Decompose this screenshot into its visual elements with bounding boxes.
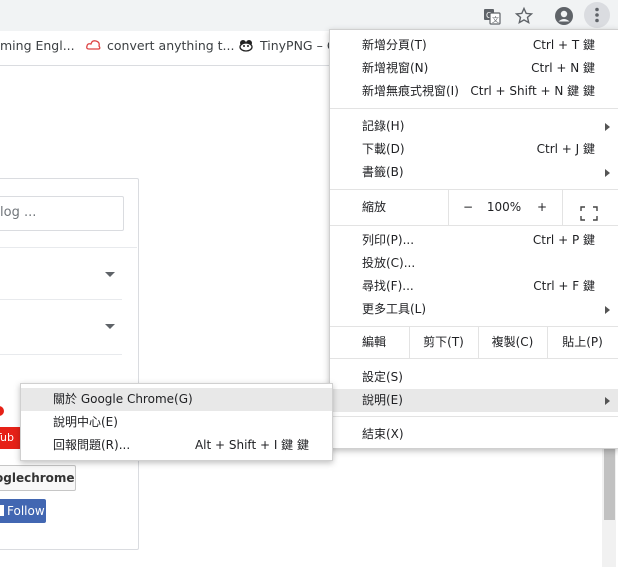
menu-item-downloads[interactable]: 下載(D) Ctrl + J 鍵 (330, 138, 618, 161)
bookmark-item[interactable]: ming Engl... (0, 38, 75, 53)
menu-label: 新增分頁(T) (362, 38, 427, 52)
zoom-in-label: + (536, 200, 548, 214)
chevron-right-icon (605, 169, 610, 177)
search-placeholder: log ... (0, 205, 37, 220)
menu-label: 記錄(H) (362, 119, 405, 133)
menu-item-new-tab[interactable]: 新增分頁(T) Ctrl + T 鍵 (330, 34, 618, 57)
bookmark-label: ming Engl... (0, 38, 75, 53)
menu-label: 下載(D) (362, 142, 405, 156)
copy-button[interactable]: 複製(C) (478, 327, 547, 358)
menu-divider (330, 416, 618, 417)
youtube-label: nTub (0, 431, 14, 444)
menu-label: 投放(C)... (362, 256, 416, 270)
bookmark-item[interactable]: convert anything t... (86, 38, 234, 54)
menu-label: 回報問題(R)... (53, 438, 131, 452)
menu-shortcut: Ctrl + N 鍵 (531, 61, 595, 75)
edit-label: 編輯 (362, 335, 387, 349)
menu-label: 新增無痕式視窗(I) (362, 84, 459, 98)
browser-toolbar: G 文 (0, 0, 618, 31)
menu-item-about-chrome[interactable]: 關於 Google Chrome(G) (21, 388, 332, 411)
menu-label: 新增視窗(N) (362, 61, 429, 75)
menu-divider (330, 358, 618, 359)
menu-label: 書籤(B) (362, 165, 404, 179)
youtube-subscribe-badge[interactable]: nTub (0, 427, 20, 449)
divider (0, 354, 122, 355)
follow-button[interactable]: Follow (0, 499, 46, 523)
chevron-right-icon (605, 397, 610, 405)
label-dropdown[interactable] (0, 310, 122, 342)
chrome-main-menu: 新增分頁(T) Ctrl + T 鍵 新增視窗(N) Ctrl + N 鍵 新增… (329, 29, 618, 449)
menu-item-settings[interactable]: 設定(S) (330, 366, 618, 389)
zoom-in-button[interactable]: + (522, 190, 562, 225)
more-menu-button[interactable] (584, 2, 610, 28)
menu-shortcut: Ctrl + J 鍵 (536, 142, 595, 156)
menu-shortcut: Ctrl + T 鍵 (532, 38, 595, 52)
menu-divider (330, 225, 618, 226)
menu-label: 列印(P)... (362, 233, 415, 247)
menu-label: 更多工具(L) (362, 302, 427, 316)
menu-label: 結束(X) (362, 427, 404, 441)
menu-item-bookmarks[interactable]: 書籤(B) (330, 161, 618, 184)
profile-icon[interactable] (554, 6, 574, 26)
paste-button[interactable]: 貼上(P) (547, 327, 618, 358)
chevron-down-icon (105, 324, 115, 329)
menu-divider (562, 190, 563, 225)
menu-shortcut: Alt + Shift + I 鍵 鍵 (194, 438, 309, 452)
menu-item-cast[interactable]: 投放(C)... (330, 252, 618, 275)
chevron-right-icon (605, 123, 610, 131)
archive-dropdown[interactable] (0, 258, 122, 290)
menu-item-help[interactable]: 說明(E) (330, 389, 618, 412)
scrollbar-thumb[interactable] (604, 448, 615, 520)
menu-shortcut: Ctrl + F 鍵 (533, 279, 595, 293)
chevron-right-icon (605, 306, 610, 314)
menu-shortcut: Ctrl + Shift + N 鍵 鍵 (470, 84, 595, 98)
svg-text:文: 文 (492, 15, 499, 24)
zoom-label: 縮放 (362, 200, 387, 214)
help-submenu: 關於 Google Chrome(G) 說明中心(E) 回報問題(R)... A… (20, 383, 333, 461)
bookmark-label: TinyPNG – C (260, 38, 336, 53)
cut-label: 剪下(T) (423, 335, 464, 349)
menu-item-more-tools[interactable]: 更多工具(L) (330, 298, 618, 321)
facebook-icon (0, 505, 4, 516)
menu-row-edit: 編輯 剪下(T) 複製(C) 貼上(P) (330, 327, 618, 358)
translate-icon[interactable]: G 文 (482, 6, 502, 26)
zoom-level: 100% (486, 200, 522, 214)
menu-label: 設定(S) (362, 370, 403, 384)
menu-item-help-center[interactable]: 說明中心(E) (21, 411, 332, 434)
more-icon (595, 7, 599, 23)
menu-row-zoom: 縮放 − 100% + (330, 190, 618, 225)
star-icon[interactable] (514, 6, 534, 26)
cloudconvert-icon (86, 39, 101, 54)
googlechrome-button[interactable]: oglechrome (0, 465, 76, 491)
menu-item-report-issue[interactable]: 回報問題(R)... Alt + Shift + I 鍵 鍵 (21, 434, 332, 457)
menu-label: 尋找(F)... (362, 279, 414, 293)
zoom-out-label: − (462, 200, 474, 214)
sidebar-panel (0, 178, 139, 550)
googlechrome-label: oglechrome (0, 471, 75, 485)
paste-label: 貼上(P) (562, 335, 603, 349)
menu-item-exit[interactable]: 結束(X) (330, 423, 618, 446)
menu-item-history[interactable]: 記錄(H) (330, 115, 618, 138)
menu-label: 關於 Google Chrome(G) (53, 392, 193, 406)
menu-label: 說明中心(E) (53, 415, 118, 429)
divider (0, 247, 137, 248)
follow-label: Follow (7, 504, 45, 518)
menu-item-new-window[interactable]: 新增視窗(N) Ctrl + N 鍵 (330, 57, 618, 80)
menu-label: 說明(E) (362, 393, 403, 407)
chevron-down-icon (105, 272, 115, 277)
cut-button[interactable]: 剪下(T) (409, 327, 478, 358)
menu-item-find[interactable]: 尋找(F)... Ctrl + F 鍵 (330, 275, 618, 298)
menu-shortcut: Ctrl + P 鍵 (532, 233, 595, 247)
menu-item-new-incognito-window[interactable]: 新增無痕式視窗(I) Ctrl + Shift + N 鍵 鍵 (330, 80, 618, 103)
bookmark-item[interactable]: TinyPNG – C (238, 38, 336, 55)
menu-item-print[interactable]: 列印(P)... Ctrl + P 鍵 (330, 229, 618, 252)
copy-label: 複製(C) (491, 335, 534, 349)
tinypng-icon (238, 38, 254, 55)
menu-divider (330, 108, 618, 109)
fullscreen-icon[interactable] (580, 200, 598, 221)
bookmark-label: convert anything t... (107, 38, 235, 53)
divider (0, 299, 122, 300)
